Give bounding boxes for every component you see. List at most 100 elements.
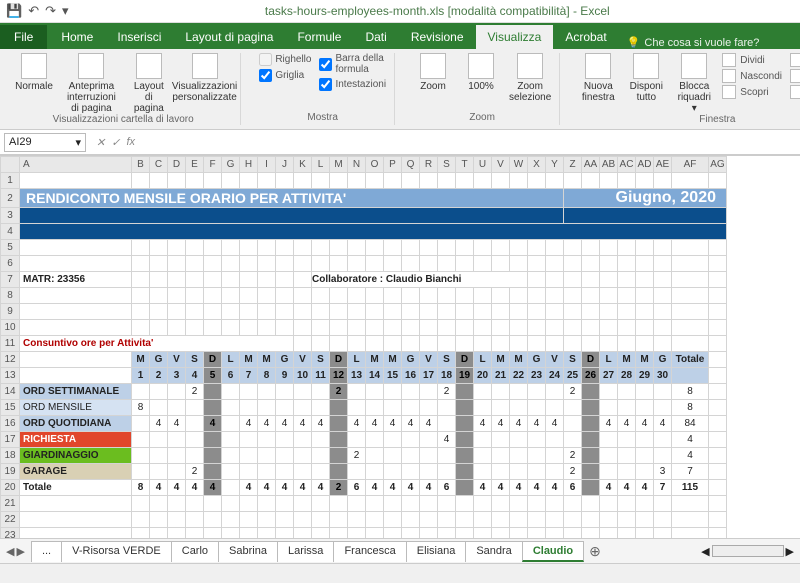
cell[interactable] (528, 464, 546, 480)
cell[interactable]: 24 (546, 368, 564, 384)
cell[interactable]: 4 (312, 480, 330, 496)
column-header[interactable]: G (222, 157, 240, 173)
cell[interactable] (204, 384, 222, 400)
column-header[interactable]: AA (582, 157, 600, 173)
cell[interactable] (564, 512, 582, 528)
cell[interactable]: M (258, 352, 276, 368)
cell[interactable] (348, 320, 366, 336)
cell[interactable] (654, 173, 672, 189)
cell[interactable]: M (618, 352, 636, 368)
cell[interactable] (186, 288, 204, 304)
cell[interactable]: 2 (564, 384, 582, 400)
cell[interactable]: 4 (168, 480, 186, 496)
cell[interactable] (654, 432, 672, 448)
cell[interactable] (420, 336, 438, 352)
cell[interactable] (168, 464, 186, 480)
cell[interactable]: 26 (582, 368, 600, 384)
cell[interactable] (564, 432, 582, 448)
cell[interactable]: 4 (258, 480, 276, 496)
cell[interactable] (366, 448, 384, 464)
cell[interactable] (636, 512, 654, 528)
cell[interactable] (474, 464, 492, 480)
column-header[interactable]: X (528, 157, 546, 173)
cell[interactable]: L (474, 352, 492, 368)
cell[interactable] (240, 240, 258, 256)
cell[interactable] (330, 336, 348, 352)
cell[interactable] (240, 400, 258, 416)
cell[interactable] (132, 320, 150, 336)
cell[interactable] (636, 304, 654, 320)
column-header[interactable]: W (510, 157, 528, 173)
cell[interactable] (528, 256, 546, 272)
cell[interactable] (330, 304, 348, 320)
cell[interactable] (168, 384, 186, 400)
cell[interactable] (276, 272, 294, 288)
cell[interactable] (709, 480, 727, 496)
cell[interactable] (132, 496, 150, 512)
cell[interactable] (420, 464, 438, 480)
cell[interactable] (546, 464, 564, 480)
scroll-left-icon[interactable]: ◀ (701, 545, 709, 558)
cell[interactable] (709, 384, 727, 400)
cell[interactable]: 29 (636, 368, 654, 384)
row-header[interactable]: 1 (1, 173, 20, 189)
cell[interactable] (456, 400, 474, 416)
cell[interactable]: 4 (474, 480, 492, 496)
cell[interactable] (186, 528, 204, 539)
tab-page-layout[interactable]: Layout di pagina (173, 25, 285, 49)
cell[interactable] (402, 400, 420, 416)
cell[interactable] (600, 464, 618, 480)
cell[interactable] (186, 512, 204, 528)
cell[interactable] (510, 432, 528, 448)
cell[interactable] (222, 512, 240, 528)
row-header[interactable]: 23 (1, 528, 20, 539)
cell[interactable] (168, 400, 186, 416)
cell[interactable]: D (330, 352, 348, 368)
cell[interactable] (546, 432, 564, 448)
cell[interactable]: G (402, 352, 420, 368)
cell[interactable] (402, 432, 420, 448)
cell[interactable] (384, 384, 402, 400)
cell[interactable] (240, 173, 258, 189)
cell[interactable] (222, 256, 240, 272)
cell[interactable] (384, 240, 402, 256)
cell[interactable]: 4 (492, 480, 510, 496)
cell[interactable] (276, 464, 294, 480)
column-header[interactable]: C (150, 157, 168, 173)
cell[interactable]: 4 (168, 416, 186, 432)
cell[interactable] (294, 304, 312, 320)
cell[interactable]: 12 (330, 368, 348, 384)
reset-button[interactable]: Reimposta (790, 85, 800, 99)
cell[interactable] (582, 464, 600, 480)
cell[interactable] (366, 256, 384, 272)
cell[interactable] (276, 496, 294, 512)
cell[interactable] (618, 432, 636, 448)
cell[interactable] (168, 320, 186, 336)
cell[interactable] (132, 512, 150, 528)
cell[interactable] (582, 448, 600, 464)
cell[interactable]: 4 (438, 432, 456, 448)
cell[interactable]: S (438, 352, 456, 368)
cell[interactable] (204, 288, 222, 304)
cell[interactable] (312, 512, 330, 528)
cell[interactable] (150, 400, 168, 416)
cell[interactable] (510, 496, 528, 512)
row-header[interactable]: 20 (1, 480, 20, 496)
cell[interactable] (222, 480, 240, 496)
cell[interactable] (474, 173, 492, 189)
cell[interactable] (312, 336, 330, 352)
cell[interactable] (150, 256, 168, 272)
cell[interactable] (402, 448, 420, 464)
column-header[interactable]: F (204, 157, 222, 173)
cell[interactable]: 2 (150, 368, 168, 384)
cell[interactable] (258, 512, 276, 528)
cell[interactable] (150, 384, 168, 400)
cell[interactable] (709, 272, 727, 288)
cell[interactable] (420, 320, 438, 336)
cell[interactable] (366, 336, 384, 352)
cell[interactable] (564, 288, 582, 304)
tab-acrobat[interactable]: Acrobat (553, 25, 618, 49)
cell[interactable]: 13 (348, 368, 366, 384)
cell[interactable] (582, 256, 600, 272)
cell[interactable] (600, 496, 618, 512)
